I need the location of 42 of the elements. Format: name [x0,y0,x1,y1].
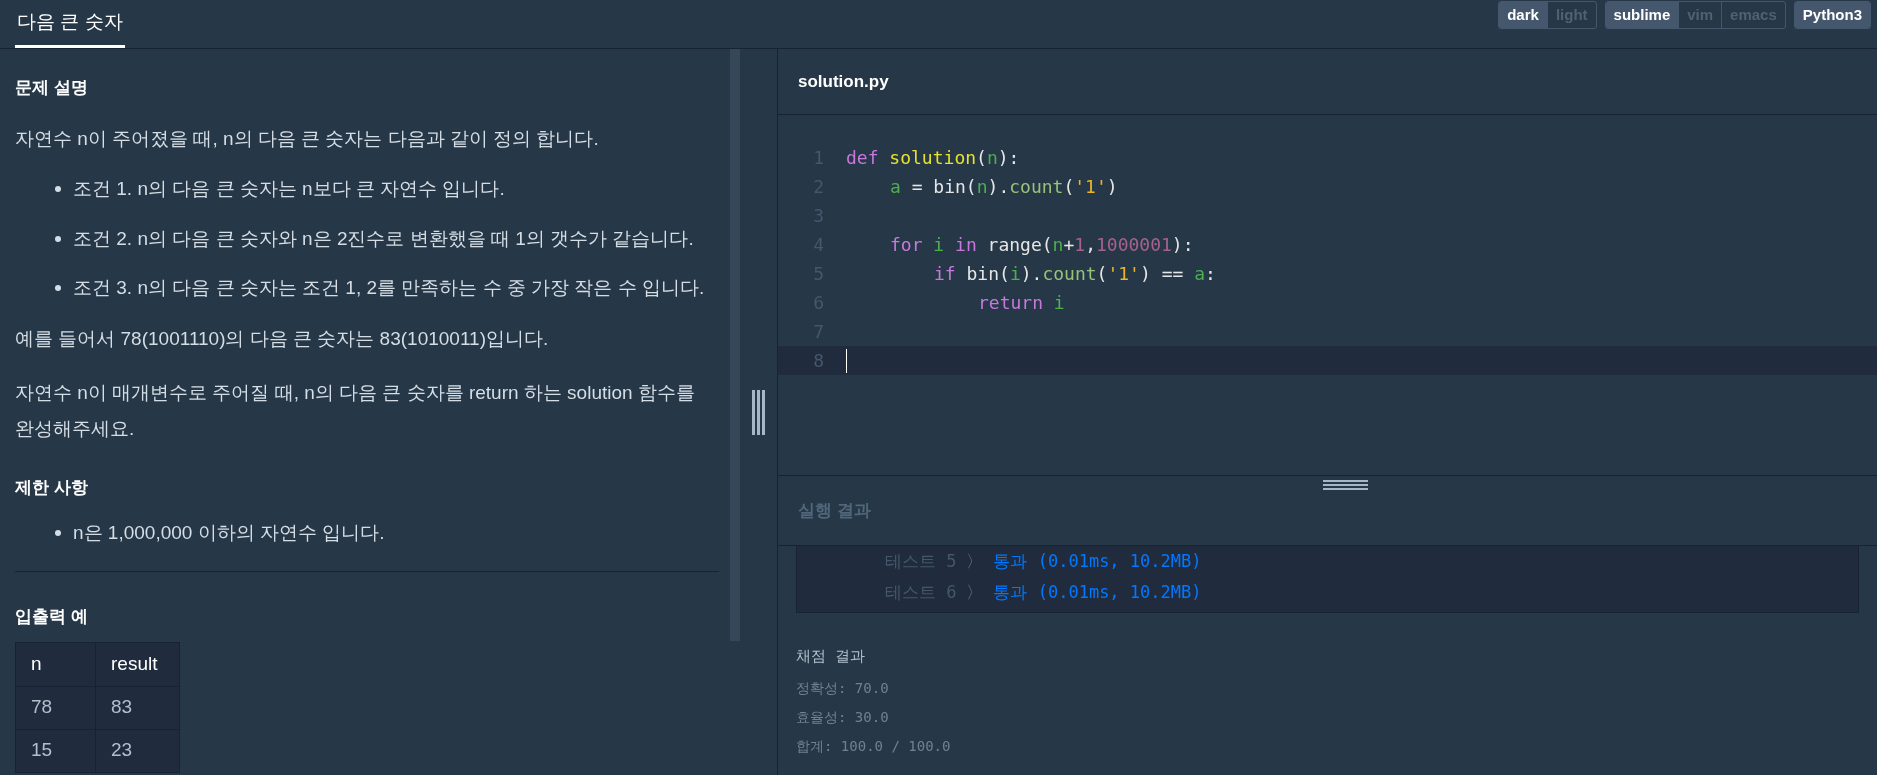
code-line: if bin(i).count('1') == a: [934,262,1216,286]
code-line: def solution(n): [846,146,1020,170]
list-item: 조건 1. n의 다음 큰 숫자는 n보다 큰 자연수 입니다. [73,177,505,201]
chevron-icon: 〉 [966,548,984,575]
bullet-icon [55,235,61,242]
drag-handle-icon[interactable] [1323,480,1368,490]
paragraph: 예를 들어서 78(1001110)의 다음 큰 숫자는 83(1010011)입니다. [15,326,550,351]
score-line: 효율성: 30.0 [796,707,890,727]
section-heading: 입출력 예 [15,606,89,628]
table-header: result [95,642,180,686]
scrollbar[interactable] [730,49,740,641]
chevron-icon: 〉 [966,579,984,606]
toolbar-toggle[interactable]: Python3 [1794,2,1870,28]
score-line: 정확성: 70.0 [796,678,890,698]
code-line: for i in range(n+1,1000001): [890,233,1194,257]
grading-heading: 채점 결과 [796,646,867,667]
table-cell: 78 [15,686,96,729]
toolbar-toggle[interactable]: sublime [1605,2,1679,28]
table-cell: 23 [95,729,180,772]
text-cursor [846,348,847,373]
score-line: 합계: 100.0 / 100.0 [796,736,952,756]
section-heading: 제한 사항 [15,477,89,499]
table-cell: 15 [15,729,96,772]
toolbar-toggle[interactable]: dark [1499,2,1547,28]
paragraph: 자연수 n이 매개변수로 주어질 때, n의 다음 큰 숫자를 return 하는 solution 함수를 완성해주세요. [15,381,696,441]
code-line: return i [978,291,1065,315]
list-item: 조건 2. n의 다음 큰 숫자와 n은 2진수로 변환했을 때 1의 갯수가 같습니다. [73,226,694,251]
test-result: 통과 (0.01ms, 10.2MB) [993,549,1202,573]
table-cell: 83 [95,686,180,729]
problem-tab[interactable]: 다음 큰 숫자 [15,0,125,48]
section-heading: 문제 설명 [15,77,89,99]
code-line: a = bin(n).count('1') [890,175,1118,199]
test-result: 통과 (0.01ms, 10.2MB) [993,580,1202,604]
resize-handle-icon[interactable] [752,389,765,435]
bullet-icon [55,186,61,193]
table-header: n [15,642,96,686]
list-item: 조건 3. n의 다음 큰 숫자는 조건 1, 2를 만족하는 수 중 가장 작은 수 입니다. [73,276,705,300]
bullet-icon [55,285,61,292]
paragraph: 자연수 n이 주어졌을 때, n의 다음 큰 숫자는 다음과 같이 정의 합니다. [15,126,600,151]
file-name: solution.py [798,70,889,93]
list-item: n은 1,000,000 이하의 자연수 입니다. [73,520,385,545]
bullet-icon [55,529,61,536]
